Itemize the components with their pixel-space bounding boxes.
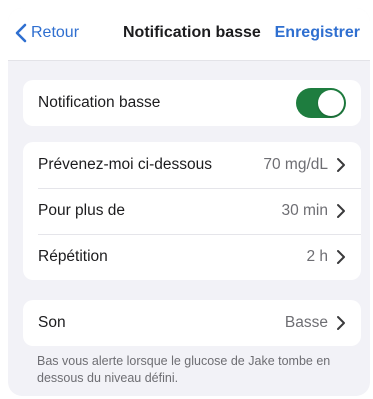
chevron-right-icon <box>337 316 345 330</box>
chevron-left-icon <box>15 23 27 43</box>
threshold-value: 70 mg/dL <box>263 156 328 173</box>
settings-card: Prévenez-moi ci-dessous 70 mg/dL Pour pl… <box>23 142 361 280</box>
sound-value: Basse <box>284 314 328 331</box>
toggle-knob <box>318 90 344 116</box>
duration-label: Pour plus de <box>38 202 126 219</box>
chevron-right-icon <box>337 250 345 264</box>
threshold-row[interactable]: Prévenez-moi ci-dessous 70 mg/dL <box>23 142 361 188</box>
back-label: Retour <box>31 24 80 41</box>
repeat-label: Répétition <box>38 248 108 265</box>
page-title: Notification basse <box>123 24 261 41</box>
toggle-card: Notification basse <box>23 80 361 126</box>
low-notification-label: Notification basse <box>38 94 161 111</box>
sound-label: Son <box>38 314 66 331</box>
threshold-label: Prévenez-moi ci-dessous <box>38 156 213 173</box>
repeat-value: 2 h <box>306 248 328 265</box>
low-notification-toggle[interactable] <box>296 88 346 118</box>
back-button[interactable]: Retour <box>14 20 79 46</box>
sound-card: Son Basse <box>23 300 361 346</box>
save-button[interactable]: Enregistrer <box>275 24 360 42</box>
low-notification-row: Notification basse <box>23 80 361 126</box>
duration-row[interactable]: Pour plus de 30 min <box>23 188 361 234</box>
sound-row[interactable]: Son Basse <box>23 300 361 346</box>
chevron-right-icon <box>337 158 345 172</box>
screen: Retour Notification basse Enregistrer No… <box>8 8 370 396</box>
chevron-right-icon <box>337 204 345 218</box>
repeat-row[interactable]: Répétition 2 h <box>23 234 361 280</box>
duration-value: 30 min <box>281 202 328 219</box>
navigation-bar: Retour Notification basse Enregistrer <box>8 8 370 61</box>
footnote: Bas vous alerte lorsque le glucose de Ja… <box>37 354 331 385</box>
